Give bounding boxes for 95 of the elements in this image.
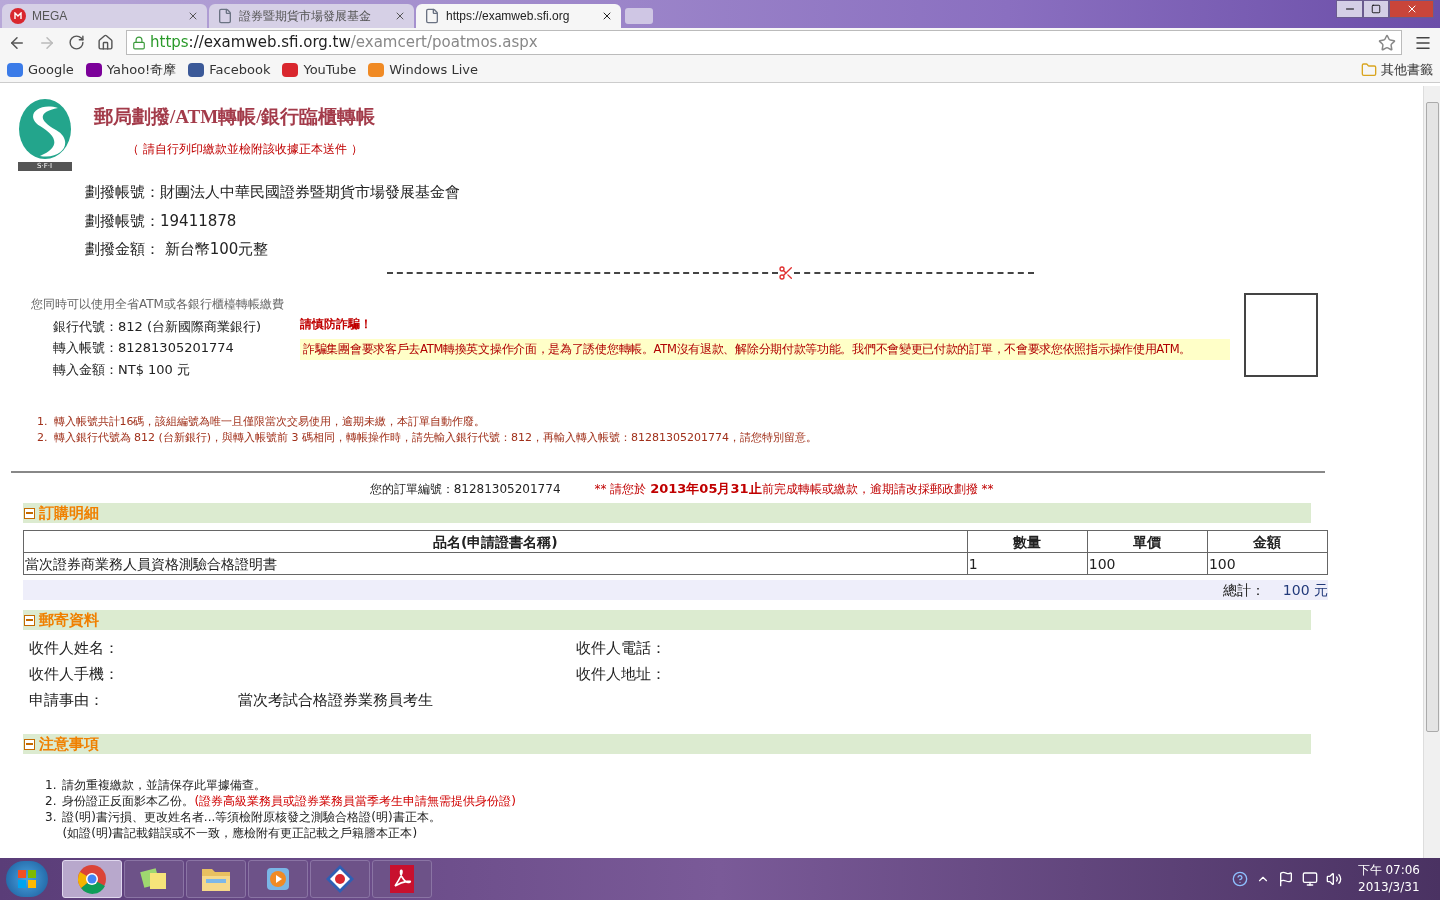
section-title: 郵寄資料 [39, 610, 99, 630]
play-icon [282, 62, 299, 77]
page-title: 郵局劃撥/ATM轉帳/銀行臨櫃轉帳 [94, 105, 376, 129]
help-icon[interactable] [1231, 871, 1248, 887]
list-number: 2. [37, 431, 48, 445]
field-label: 收件人地址： [576, 664, 667, 684]
tab-title: MEGA [32, 8, 69, 25]
page-icon [217, 8, 233, 24]
chrome-icon [77, 864, 107, 894]
column-header: 單價 [1087, 530, 1208, 553]
start-button[interactable] [6, 861, 48, 897]
collapse-icon[interactable] [24, 738, 35, 750]
media-player-icon [264, 865, 292, 893]
volume-icon[interactable] [1325, 871, 1342, 887]
diamond-app-icon [325, 864, 355, 894]
other-bookmarks[interactable]: 其他書籤 [1361, 59, 1433, 80]
column-header: 金額 [1207, 530, 1328, 553]
field-label: 申請事由： [29, 690, 105, 710]
total-value: 100 元 [1282, 581, 1328, 600]
taskbar-app[interactable] [310, 860, 370, 898]
reload-icon[interactable] [68, 34, 85, 51]
browser-tab[interactable]: MEGA [2, 4, 207, 28]
taskbar-app[interactable] [124, 860, 184, 898]
page-subtitle: （ 請自行列印繳款並檢附該收據正本送件 ） [127, 140, 364, 158]
section-title: 注意事項 [39, 734, 99, 754]
table-cell: 1 [967, 552, 1088, 575]
table-cell: 100 [1207, 552, 1328, 575]
atm-intro: 您同時可以使用全省ATM或各銀行櫃檯轉帳繳費 [31, 295, 285, 313]
field-label: 收件人電話： [576, 638, 667, 658]
table-cell: 當次證券商業務人員資格測驗合格證明書 [23, 552, 968, 575]
table-cell: 100 [1087, 552, 1208, 575]
field-label: 收件人手機： [29, 664, 120, 684]
folder-icon [1361, 61, 1377, 78]
taskbar-app[interactable] [186, 860, 246, 898]
bookmark-star-icon[interactable] [1378, 33, 1396, 52]
warning-text: 詐騙集團會要求客戶去ATM轉換英文操作介面，是為了誘使您轉帳。ATM沒有退款、解除分期付款等功能。我們不會變更已付款的訂單，不會要求您依照指示操作使用ATM。 [300, 338, 1230, 360]
atm-line: 轉入帳號：81281305201774 [53, 339, 235, 357]
field-value: 當次考試合格證券業務員考生 [238, 690, 433, 710]
list-number: 1. [37, 415, 48, 429]
section-title: 訂購明細 [39, 503, 99, 523]
pdf-icon [388, 864, 416, 894]
note-text: 證(明)書污損、更改姓名者...等須檢附原核發之測驗合格證(明)書正本。 [62, 810, 441, 824]
browser-tab[interactable]: 證券暨期貨市場發展基金 [209, 4, 414, 28]
tab-title: https://examweb.sfi.org [446, 8, 571, 25]
home-icon[interactable] [97, 34, 114, 51]
taskbar-app[interactable] [372, 860, 432, 898]
payment-deadline: ** 請您於 2013年05月31止前完成轉帳或繳款，逾期請改採郵政劃撥 ** [594, 481, 994, 497]
flag-icon[interactable] [1277, 871, 1294, 887]
bookmark-item[interactable]: Facebook [188, 59, 271, 80]
lock-icon [132, 35, 146, 50]
giro-line: 劃撥帳號：19411878 [85, 210, 238, 232]
column-header: 品名(申請證書名稱) [23, 530, 968, 553]
collapse-icon[interactable] [24, 614, 35, 626]
mega-icon [10, 8, 26, 24]
maximize-button[interactable] [1363, 0, 1389, 18]
field-label: 收件人姓名： [29, 638, 120, 658]
maximize-icon [1371, 4, 1381, 14]
site-icon [368, 62, 385, 77]
tab-title: 證券暨期貨市場發展基金 [239, 8, 372, 25]
network-icon[interactable] [1301, 871, 1318, 887]
note-text: 請勿重複繳款，並請保存此單據備查。 [62, 778, 267, 792]
column-header: 數量 [967, 530, 1088, 553]
taskbar-app[interactable] [248, 860, 308, 898]
url-text: https://examweb.sfi.org.tw/examcert/poatmos.aspx [150, 32, 539, 54]
site-icon [85, 62, 102, 77]
scissors-icon [778, 264, 795, 281]
note-text: (如證(明)書記載錯誤或不一致，應檢附有更正記載之戶籍謄本正本) [62, 826, 419, 840]
windows-logo-icon [17, 869, 37, 889]
close-icon[interactable] [601, 10, 613, 22]
atm-note: 轉入帳號共計16碼，該組編號為唯一且僅限當次交易使用，逾期未繳，本訂單自動作廢。 [53, 415, 486, 429]
clock[interactable]: 下午 07:06 2013/3/31 [1357, 862, 1420, 896]
bookmark-item[interactable]: Google [7, 59, 74, 80]
order-number: 您的訂單編號：81281305201774 [369, 481, 561, 497]
site-icon [188, 62, 205, 77]
collapse-icon[interactable] [24, 507, 35, 519]
site-icon [7, 62, 23, 77]
atm-line: 銀行代號：812 (台新國際商業銀行) [53, 317, 263, 336]
list-number: 3. [45, 810, 57, 826]
minimize-button[interactable] [1336, 0, 1363, 18]
bookmark-item[interactable]: Windows Live [368, 59, 478, 80]
total-label: 總計： [1222, 581, 1265, 600]
giro-line: 劃撥帳號：財團法人中華民國證券暨期貨市場發展基金會 [85, 182, 461, 203]
page-icon [424, 8, 440, 24]
giro-line: 劃撥金額： 新台幣100元整 [85, 239, 270, 260]
atm-line: 轉入金額：NT$ 100 元 [53, 360, 191, 379]
bookmark-item[interactable]: YouTube [282, 59, 357, 80]
bookmark-item[interactable]: Yahoo!奇摩 [85, 59, 177, 80]
browser-tab[interactable]: https://examweb.sfi.org [416, 4, 621, 28]
list-number: 2. [45, 794, 57, 808]
address-bar[interactable]: https://examweb.sfi.org.tw/examcert/poatmos.aspx [126, 30, 1402, 55]
warning-title: 請慎防詐騙！ [300, 315, 373, 333]
atm-note: 轉入銀行代號為 812 (台新銀行)，與轉入帳號前 3 碼相同，轉帳操作時，請先輸入銀行代號：812，再輸入轉入帳號：81281305201774，請您特別留意。 [53, 431, 818, 445]
note-text: 身份證正反面影本乙份。(證券高級業務員或證券業務員當季考生申請無需提供身份證) [62, 794, 516, 808]
list-number: 1. [45, 778, 57, 792]
scrollbar[interactable] [1423, 86, 1440, 858]
